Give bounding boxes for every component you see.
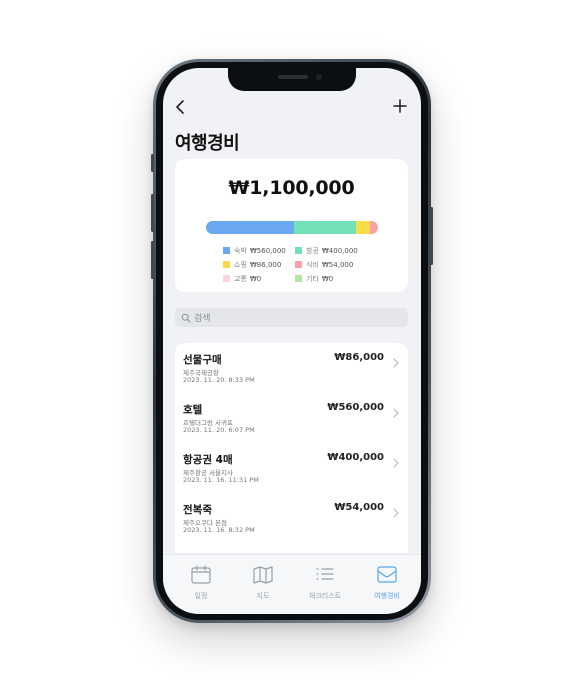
expense-summary-card: ₩1,100,000 숙박 ₩560,000 항공 ₩400,000 쇼핑 ₩86,000… [175, 159, 408, 292]
chevron-left-icon [176, 100, 184, 114]
legend-item: 숙박 ₩560,000 [223, 245, 295, 256]
legend-swatch [223, 275, 230, 282]
legend-swatch [295, 275, 302, 282]
chevron-right-icon [392, 453, 400, 468]
chevron-right-icon [392, 503, 400, 518]
expense-row[interactable]: 항공권 4매 제주항공 서울지사 2023. 11. 16. 11:31 PM ₩40… [175, 443, 408, 493]
app-screen: 여행경비 ₩1,100,000 숙박 ₩560,000 항공 ₩400,000 쇼핑 ₩8… [163, 68, 421, 614]
add-expense-button[interactable] [391, 97, 409, 115]
notch [228, 68, 356, 91]
mute-switch [151, 154, 154, 172]
legend-item: 교통 ₩0 [223, 273, 295, 284]
list-icon [297, 564, 353, 584]
legend-item: 쇼핑 ₩86,000 [223, 259, 295, 270]
legend-amount: ₩86,000 [249, 260, 282, 269]
expense-name: 전복죽 [183, 504, 212, 516]
tab-label: 여행경비 [374, 592, 400, 600]
legend-name: 교통 [234, 274, 247, 283]
expense-ratio-bar [206, 221, 378, 234]
tab-map[interactable]: 지도 [235, 564, 291, 601]
search-placeholder: 검색 [194, 314, 211, 324]
legend-item: 항공 ₩400,000 [295, 245, 367, 256]
legend-name: 숙박 [234, 246, 247, 255]
page-title: 여행경비 [175, 133, 240, 154]
calendar-icon [173, 564, 229, 584]
tab-bar: 일정 지도 체크리스트 여행경비 [163, 554, 421, 614]
legend-item: 식비 ₩54,000 [295, 259, 367, 270]
tab-schedule[interactable]: 일정 [173, 564, 229, 601]
legend-swatch [223, 261, 230, 268]
expense-row[interactable]: 호텔 호텔더그랑 서귀포 2023. 11. 20. 6:07 PM ₩560,000 [175, 393, 408, 443]
tab-expenses[interactable]: 여행경비 [359, 564, 415, 601]
legend-item: 기타 ₩0 [295, 273, 367, 284]
legend-name: 항공 [306, 246, 319, 255]
volume-down-button [151, 241, 154, 279]
bar-segment [206, 221, 294, 234]
legend-amount: ₩0 [249, 274, 262, 283]
expense-datetime: 2023. 11. 16. 11:31 PM [183, 476, 259, 484]
power-button [430, 207, 433, 265]
front-camera [316, 74, 322, 80]
expense-datetime: 2023. 11. 20. 6:07 PM [183, 426, 255, 434]
expense-name: 선물구매 [183, 354, 222, 366]
expense-amount: ₩400,000 [327, 452, 384, 463]
expense-list: 선물구매 제주국제공항 2023. 11. 20. 8:33 PM ₩86,000 호텔… [175, 343, 408, 553]
expense-datetime: 2023. 11. 20. 8:33 PM [183, 376, 255, 384]
expense-datetime: 2023. 11. 16. 8:32 PM [183, 526, 255, 534]
search-input[interactable]: 검색 [175, 308, 408, 327]
tab-label: 체크리스트 [308, 592, 342, 600]
legend-amount: ₩400,000 [321, 246, 358, 255]
expense-amount: ₩86,000 [334, 352, 384, 363]
legend-amount: ₩54,000 [321, 260, 354, 269]
legend-swatch [295, 261, 302, 268]
bar-segment [369, 221, 378, 234]
wallet-icon [359, 564, 415, 584]
expense-amount: ₩54,000 [334, 502, 384, 513]
legend-amount: ₩0 [321, 274, 334, 283]
expense-name: 호텔 [183, 404, 203, 416]
chevron-right-icon [392, 403, 400, 418]
expense-amount: ₩560,000 [327, 402, 384, 413]
expense-name: 항공권 4매 [183, 454, 233, 466]
total-amount: ₩1,100,000 [228, 177, 355, 199]
volume-up-button [151, 194, 154, 232]
speaker [278, 75, 308, 79]
back-button[interactable] [173, 98, 189, 116]
tab-checklist[interactable]: 체크리스트 [297, 564, 353, 601]
tab-label: 지도 [256, 592, 270, 600]
search-icon [181, 313, 191, 322]
bar-segment [356, 221, 370, 234]
legend-name: 기타 [306, 274, 319, 283]
bar-segment [293, 221, 357, 234]
legend-swatch [223, 247, 230, 254]
legend-amount: ₩560,000 [249, 246, 286, 255]
plus-icon [393, 99, 407, 113]
chevron-right-icon [392, 353, 400, 368]
map-icon [235, 564, 291, 584]
expense-row[interactable]: 선물구매 제주국제공항 2023. 11. 20. 8:33 PM ₩86,000 [175, 343, 408, 393]
legend-swatch [295, 247, 302, 254]
tab-label: 일정 [194, 592, 208, 600]
expense-legend: 숙박 ₩560,000 항공 ₩400,000 쇼핑 ₩86,000 식비 ₩54,000 교통… [223, 245, 373, 284]
legend-name: 쇼핑 [234, 260, 247, 269]
expense-row[interactable]: 전복죽 제주오쿠다 본점 2023. 11. 16. 8:32 PM ₩54,000 [175, 493, 408, 543]
legend-name: 식비 [306, 260, 319, 269]
